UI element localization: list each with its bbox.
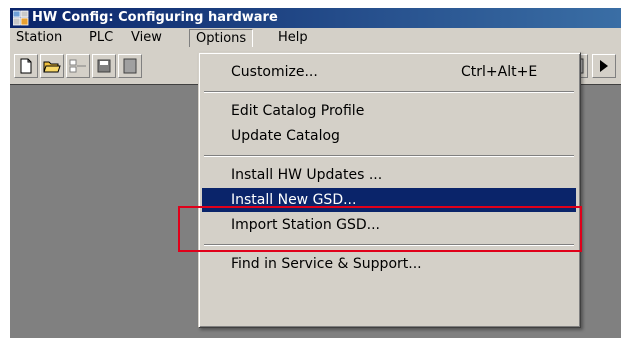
menu-item-label: Install HW Updates ... [231, 167, 383, 183]
title-bar: HW Config: Configuring hardware [10, 8, 621, 28]
menu-separator [204, 155, 574, 157]
play-icon[interactable] [592, 54, 616, 78]
menu-plc[interactable]: PLC [83, 29, 119, 47]
menu-item-shortcut: Ctrl+Alt+E [461, 64, 538, 80]
annotation-highlight-box [178, 206, 582, 252]
open-folder-icon[interactable] [40, 54, 64, 78]
menu-item-label: Customize... [231, 64, 318, 80]
menu-options[interactable]: Options [189, 29, 254, 47]
new-file-icon[interactable] [14, 54, 38, 78]
network-icon[interactable] [66, 54, 90, 78]
menu-item-customize[interactable]: Customize... Ctrl+Alt+E [202, 60, 576, 84]
app-window: HW Config: Configuring hardware Station … [10, 8, 621, 338]
menu-item-find-in-service-support[interactable]: Find in Service & Support... [202, 252, 576, 276]
menu-item-label: Find in Service & Support... [231, 256, 422, 272]
hw-config-app-icon [12, 10, 29, 26]
window-title: HW Config: Configuring hardware [32, 10, 278, 25]
download-icon[interactable] [118, 54, 142, 78]
menu-help[interactable]: Help [272, 29, 314, 47]
options-dropdown-menu: Customize... Ctrl+Alt+E Edit Catalog Pro… [198, 52, 581, 328]
menu-station[interactable]: Station [10, 29, 68, 47]
menu-view[interactable]: View [125, 29, 168, 47]
menu-item-label: Edit Catalog Profile [231, 103, 365, 119]
menu-separator [204, 91, 574, 93]
save-icon[interactable] [92, 54, 116, 78]
menu-bar: Station PLC View Options Help [10, 28, 621, 48]
menu-item-label: Update Catalog [231, 128, 340, 144]
menu-item-edit-catalog-profile[interactable]: Edit Catalog Profile [202, 99, 576, 123]
menu-item-update-catalog[interactable]: Update Catalog [202, 124, 576, 148]
menu-item-install-hw-updates[interactable]: Install HW Updates ... [202, 163, 576, 187]
